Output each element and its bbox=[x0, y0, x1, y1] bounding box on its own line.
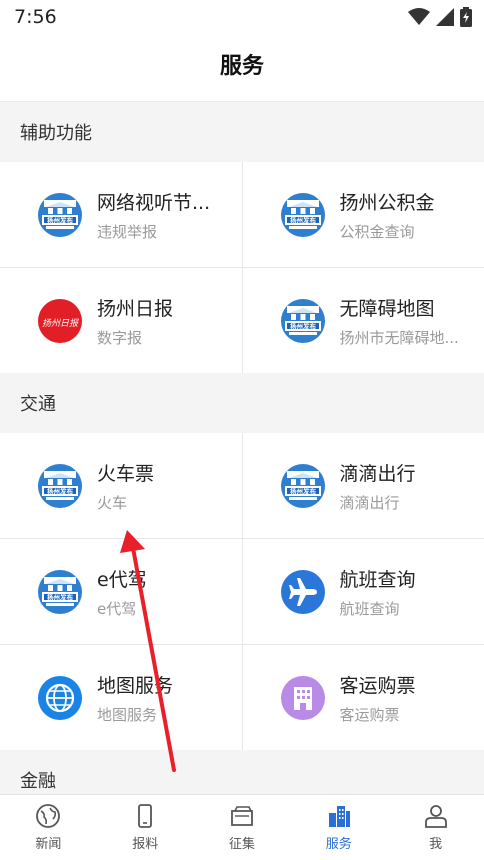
yangzhou-fabu-icon: 扬州发布 bbox=[280, 298, 325, 343]
tab-news[interactable]: 新闻 bbox=[0, 795, 97, 860]
tab-service[interactable]: 服务 bbox=[290, 795, 387, 860]
globe-icon bbox=[36, 804, 61, 828]
service-title: 滴滴出行 bbox=[339, 462, 416, 485]
yangzhou-ribao-icon: 扬州日报 bbox=[38, 298, 82, 343]
service-item-audiovisual-report[interactable]: 扬州发布 网络视听节... 违规举报 bbox=[0, 162, 242, 267]
service-item-yangzhou-daily[interactable]: 扬州日报 扬州日报 数字报 bbox=[0, 268, 242, 373]
service-title: 无障碍地图 bbox=[339, 297, 435, 320]
yangzhou-ribao-logo-text: 扬州日报 bbox=[42, 318, 79, 329]
service-subtitle: 客运购票 bbox=[339, 705, 400, 724]
status-time: 7:56 bbox=[14, 6, 57, 28]
buildings-icon bbox=[328, 806, 350, 827]
tab-collect[interactable]: 征集 bbox=[194, 795, 291, 860]
service-title: 扬州日报 bbox=[97, 297, 174, 320]
tab-label: 新闻 bbox=[35, 837, 62, 852]
yangzhou-fabu-logo-text: 扬州发布 bbox=[290, 321, 317, 330]
service-subtitle: 违规举报 bbox=[97, 222, 158, 241]
section-grid-transport: 扬州发布 火车票 火车 扬州发布 滴滴出行 滴滴出行 扬州发布 e代驾 e代驾 bbox=[0, 433, 484, 750]
service-subtitle: 公积金查询 bbox=[339, 222, 415, 241]
section-header-transport: 交通 bbox=[0, 373, 484, 433]
service-title: 火车票 bbox=[97, 462, 155, 485]
service-subtitle: 航班查询 bbox=[339, 599, 400, 618]
service-item-didi[interactable]: 扬州发布 滴滴出行 滴滴出行 bbox=[242, 433, 484, 538]
service-item-train-ticket[interactable]: 扬州发布 火车票 火车 bbox=[0, 433, 242, 538]
service-item-map-service[interactable]: 地图服务 地图服务 bbox=[0, 645, 242, 750]
status-icons bbox=[408, 6, 472, 28]
service-title: 扬州公积金 bbox=[339, 191, 435, 214]
yangzhou-fabu-icon: 扬州发布 bbox=[38, 569, 82, 614]
airplane-icon bbox=[280, 569, 325, 614]
service-subtitle: e代驾 bbox=[97, 599, 137, 618]
section-header-finance: 金融 bbox=[0, 750, 484, 794]
service-subtitle: 扬州市无障碍地... bbox=[339, 328, 459, 347]
service-list[interactable]: 辅助功能 扬州发布 网络视听节... 违规举报 扬州发布 扬州公积金 公积金查询… bbox=[0, 102, 484, 794]
service-subtitle: 火车 bbox=[97, 493, 128, 512]
wifi-icon bbox=[408, 8, 430, 25]
page-title: 服务 bbox=[219, 54, 264, 79]
yangzhou-fabu-logo-text: 扬州发布 bbox=[47, 592, 74, 601]
tab-label: 征集 bbox=[228, 837, 255, 852]
yangzhou-fabu-logo-text: 扬州发布 bbox=[47, 215, 74, 224]
service-item-housing-fund[interactable]: 扬州发布 扬州公积金 公积金查询 bbox=[242, 162, 484, 267]
yangzhou-fabu-logo-text: 扬州发布 bbox=[47, 486, 74, 495]
tab-me[interactable]: 我 bbox=[387, 795, 484, 860]
yangzhou-fabu-icon: 扬州发布 bbox=[38, 192, 82, 237]
section-header-accessibility: 辅助功能 bbox=[0, 102, 484, 162]
phone-icon bbox=[138, 804, 153, 828]
tab-label: 报料 bbox=[132, 837, 159, 852]
yangzhou-fabu-icon: 扬州发布 bbox=[38, 463, 82, 508]
title-bar: 服务 bbox=[0, 34, 484, 102]
bottom-tab-bar: 新闻 报料 征集 服务 我 bbox=[0, 794, 484, 860]
person-icon bbox=[424, 805, 447, 828]
service-item-e-daijia[interactable]: 扬州发布 e代驾 e代驾 bbox=[0, 539, 242, 644]
status-bar: 7:56 bbox=[0, 0, 484, 34]
building-icon bbox=[280, 675, 325, 720]
globe-icon bbox=[38, 675, 82, 720]
yangzhou-fabu-icon: 扬州发布 bbox=[280, 463, 325, 508]
service-item-bus-ticket[interactable]: 客运购票 客运购票 bbox=[242, 645, 484, 750]
service-item-flight-query[interactable]: 航班查询 航班查询 bbox=[242, 539, 484, 644]
tab-label: 服务 bbox=[325, 837, 352, 852]
service-subtitle: 滴滴出行 bbox=[339, 493, 400, 512]
service-title: e代驾 bbox=[97, 568, 147, 591]
service-title: 航班查询 bbox=[339, 568, 416, 591]
yangzhou-fabu-icon: 扬州发布 bbox=[280, 192, 325, 237]
service-title: 客运购票 bbox=[339, 674, 416, 697]
folder-icon bbox=[231, 806, 253, 826]
yangzhou-fabu-logo-text: 扬州发布 bbox=[290, 486, 317, 495]
service-subtitle: 数字报 bbox=[97, 328, 143, 347]
service-title: 地图服务 bbox=[97, 674, 174, 697]
service-subtitle: 地图服务 bbox=[97, 705, 158, 724]
service-item-accessible-map[interactable]: 扬州发布 无障碍地图 扬州市无障碍地... bbox=[242, 268, 484, 373]
battery-icon bbox=[460, 7, 472, 27]
tab-report[interactable]: 报料 bbox=[97, 795, 194, 860]
tab-label: 我 bbox=[429, 837, 443, 852]
section-grid-accessibility: 扬州发布 网络视听节... 违规举报 扬州发布 扬州公积金 公积金查询 扬州日报… bbox=[0, 162, 484, 373]
yangzhou-fabu-logo-text: 扬州发布 bbox=[290, 215, 317, 224]
signal-icon bbox=[436, 8, 454, 26]
service-title: 网络视听节... bbox=[97, 191, 211, 214]
